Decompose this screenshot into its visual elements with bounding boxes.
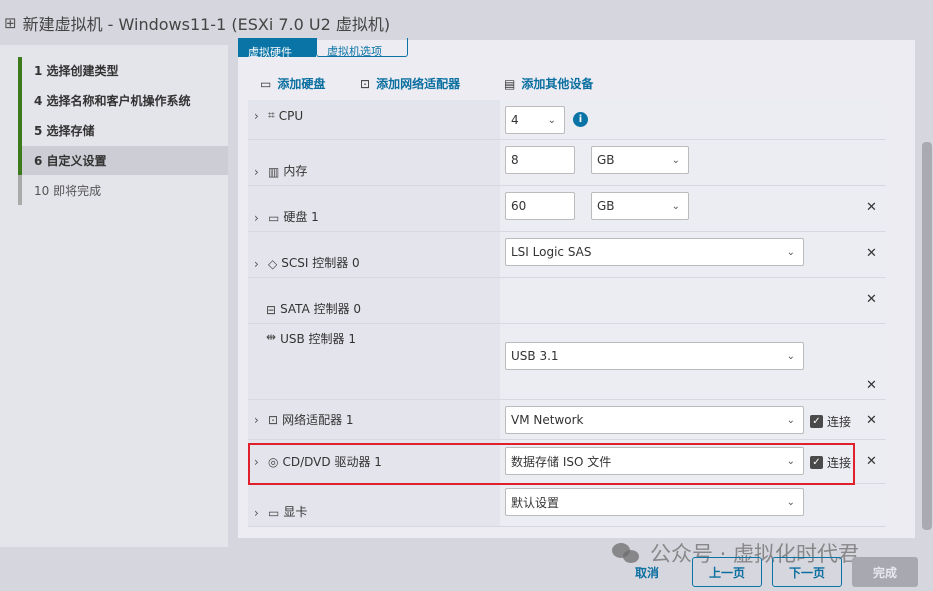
remove-network-icon[interactable]: ✕ [866,413,877,428]
remove-disk-icon[interactable]: ✕ [866,200,877,215]
disk-icon: ▭ [260,76,272,91]
row-sata: ⊟ SATA 控制器 0 ✕ [248,278,886,324]
usb-type-select[interactable]: USB 3.1 ⌄ [505,342,804,370]
sata-icon: ⊟ [266,303,277,317]
scrollbar-thumb[interactable] [922,142,932,530]
network-icon: ⊡ [360,76,371,91]
expand-chevron-icon[interactable]: › [254,257,266,271]
cancel-button[interactable]: 取消 [622,557,672,587]
row-usb: ⇹ USB 控制器 1 USB 3.1 ⌄ ✕ [248,324,886,400]
cpu-icon: ⌗ [268,108,275,122]
wizard-steps: 1 选择创建类型 4 选择名称和客户机操作系统 5 选择存储 6 自定义设置 1… [0,45,228,547]
add-other-device-button[interactable]: ▤ 添加其他设备 [504,75,593,92]
memory-icon: ▥ [268,165,280,179]
add-nic-button[interactable]: ⊡ 添加网络适配器 [360,75,460,92]
disk-size-input[interactable]: 60 [505,192,575,220]
back-button[interactable]: 上一页 [692,557,762,587]
remove-sata-icon[interactable]: ✕ [866,292,877,307]
step-5[interactable]: 5 选择存储 [22,116,228,145]
step-6[interactable]: 6 自定义设置 [22,146,228,175]
expand-chevron-icon[interactable]: › [254,165,266,179]
cpu-select[interactable]: 4 ⌄ [505,106,565,134]
usb-icon: ⇹ [266,330,277,344]
new-vm-icon: ⊞ [4,13,17,32]
row-memory: › ▥ 内存 8 GB ⌄ [248,140,886,186]
title-bar: ⊞ 新建虚拟机 - Windows11-1 (ESXi 7.0 U2 虚拟机) [0,0,933,45]
monitor-icon: ▭ [268,506,280,520]
expand-chevron-icon[interactable]: › [254,211,266,225]
remove-scsi-icon[interactable]: ✕ [866,246,877,261]
expand-chevron-icon[interactable]: › [254,506,266,520]
scsi-icon: ◇ [268,257,278,271]
info-icon[interactable]: i [573,112,588,127]
disk-icon: ▭ [268,211,280,225]
memory-unit-select[interactable]: GB ⌄ [591,146,689,174]
video-select[interactable]: 默认设置 ⌄ [505,488,804,516]
network-select[interactable]: VM Network ⌄ [505,406,804,434]
add-disk-button[interactable]: ▭ 添加硬盘 [260,75,325,92]
row-video: › ▭ 显卡 默认设置 ⌄ [248,484,886,527]
tab-vm-options[interactable]: 虚拟机选项 [316,38,408,57]
next-button[interactable]: 下一页 [772,557,842,587]
memory-input[interactable]: 8 [505,146,575,174]
finish-button[interactable]: 完成 [852,557,918,587]
window-title: 新建虚拟机 - Windows11-1 (ESXi 7.0 U2 虚拟机) [22,14,391,34]
step-1[interactable]: 1 选择创建类型 [22,56,228,85]
network-icon: ⊡ [268,412,279,427]
expand-chevron-icon[interactable]: › [254,109,266,123]
remove-cdrom-icon[interactable]: ✕ [866,454,877,469]
disk-unit-select[interactable]: GB ⌄ [591,192,689,220]
step-10[interactable]: 10 即将完成 [22,176,228,205]
step-4[interactable]: 4 选择名称和客户机操作系统 [22,86,228,115]
network-connect-checkbox[interactable]: ✓ 连接 [810,413,864,430]
scsi-type-select[interactable]: LSI Logic SAS ⌄ [505,238,804,266]
row-network: › ⊡ 网络适配器 1 VM Network ⌄ ✓ 连接 ✕ [248,400,886,440]
row-disk: › ▭ 硬盘 1 60 GB ⌄ ✕ [248,186,886,232]
row-cpu: › ⌗ CPU 4 ⌄ i [248,100,886,140]
remove-usb-icon[interactable]: ✕ [866,378,877,393]
highlight-box [248,443,855,485]
row-scsi: › ◇ SCSI 控制器 0 LSI Logic SAS ⌄ ✕ [248,232,886,278]
expand-chevron-icon[interactable]: › [254,413,266,427]
tab-virtual-hardware[interactable]: 虚拟硬件 [238,38,316,58]
device-list-icon: ▤ [504,76,516,91]
